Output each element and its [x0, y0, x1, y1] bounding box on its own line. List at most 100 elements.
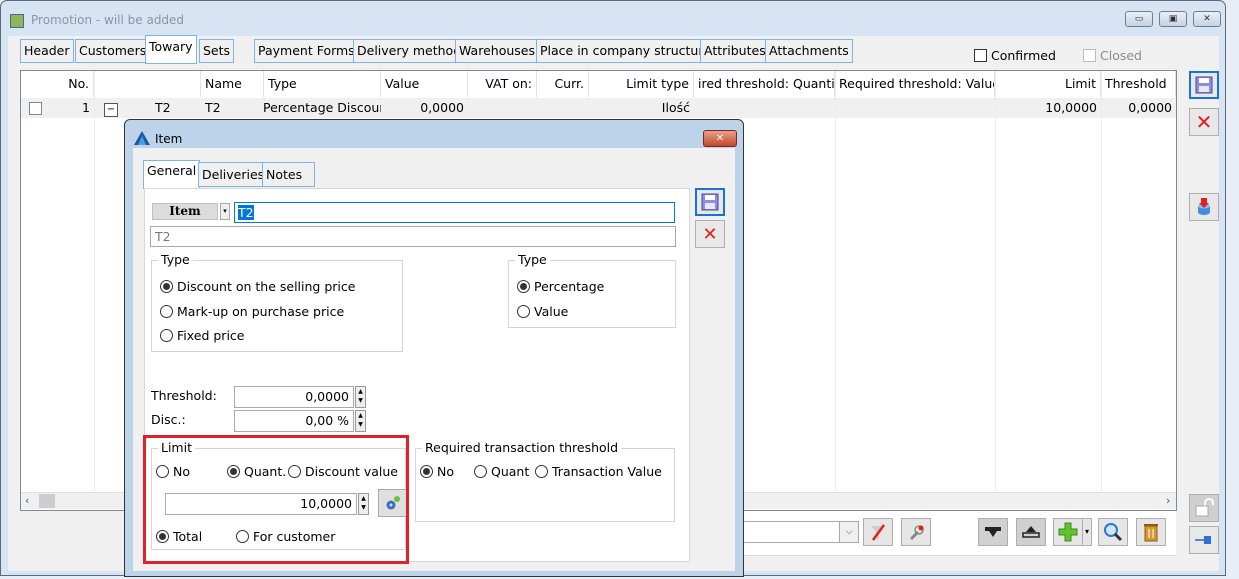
- col-header-no[interactable]: No.: [21, 71, 94, 97]
- maximize-button[interactable]: ▣: [1159, 11, 1187, 27]
- tab-warehouses[interactable]: Warehouses: [455, 39, 539, 63]
- limit-option-quant[interactable]: Quant.: [227, 464, 286, 479]
- radio-selected[interactable]: [517, 280, 530, 293]
- col-header-curr[interactable]: Curr.: [537, 71, 589, 97]
- row-select-checkbox[interactable]: [29, 102, 42, 115]
- limit-settings-button[interactable]: [378, 489, 408, 517]
- radio[interactable]: [517, 305, 530, 318]
- app-icon: [10, 14, 24, 28]
- radio-selected[interactable]: [160, 280, 173, 293]
- app-logo-icon: [134, 131, 150, 145]
- tab-deliveries[interactable]: Deliveries: [198, 162, 269, 187]
- required-threshold-legend: Required transaction threshold: [422, 440, 622, 455]
- tab-general[interactable]: General: [143, 160, 201, 189]
- tab-delivery-method[interactable]: Delivery method: [353, 39, 466, 63]
- close-button[interactable]: ✕: [1193, 11, 1221, 27]
- radio[interactable]: [474, 465, 487, 478]
- scroll-left-icon[interactable]: ‹: [25, 494, 29, 507]
- threshold-input[interactable]: 0,0000: [234, 386, 354, 408]
- radio-selected[interactable]: [420, 465, 433, 478]
- type-option-markup[interactable]: Mark-up on purchase price: [160, 304, 344, 319]
- collapse-icon[interactable]: −: [104, 103, 118, 117]
- add-button[interactable]: [1053, 518, 1083, 546]
- move-down-button[interactable]: [978, 518, 1008, 546]
- type-option-discount[interactable]: Discount on the selling price: [160, 279, 355, 294]
- col-header-name[interactable]: Name: [201, 71, 264, 97]
- value-type-group: Type Percentage Value: [508, 252, 676, 328]
- save-button[interactable]: [1189, 71, 1219, 99]
- value-type-option-value[interactable]: Value: [517, 304, 568, 319]
- radio[interactable]: [236, 530, 249, 543]
- tab-customers[interactable]: Customers: [75, 39, 151, 63]
- limit-option-discount-value[interactable]: Discount value: [288, 464, 398, 479]
- option-label: Mark-up on purchase price: [177, 304, 345, 319]
- tab-header[interactable]: Header: [20, 39, 74, 63]
- col-header-limit-type[interactable]: Limit type: [589, 71, 694, 97]
- clear-filter-button[interactable]: [863, 518, 893, 546]
- limit-scope-total[interactable]: Total: [156, 529, 202, 544]
- required-option-no[interactable]: No: [420, 464, 454, 479]
- radio[interactable]: [156, 465, 169, 478]
- tab-place-in-company-structure[interactable]: Place in company structure: [536, 39, 715, 63]
- minimize-button[interactable]: ▭: [1125, 11, 1153, 27]
- limit-value-input[interactable]: 10,0000: [165, 493, 357, 515]
- tab-payment-forms[interactable]: Payment Forms: [254, 39, 359, 63]
- item-type-button[interactable]: Item: [152, 203, 218, 220]
- option-label: No: [173, 464, 190, 479]
- required-option-quant[interactable]: Quant: [474, 464, 529, 479]
- tab-sets[interactable]: Sets: [199, 39, 235, 63]
- item-name-input[interactable]: T2: [150, 226, 676, 247]
- tab-attachments[interactable]: Attachments: [765, 39, 853, 63]
- confirmed-checkbox[interactable]: [974, 49, 987, 62]
- col-header-req-qty[interactable]: ired threshold: Quantity: [694, 71, 835, 97]
- chevron-down-icon[interactable]: ⌵: [839, 522, 858, 542]
- limit-value-spinner[interactable]: ▲ ▼: [358, 493, 369, 515]
- col-header-threshold[interactable]: Threshold: [1101, 71, 1176, 97]
- disc-input[interactable]: 0,00 %: [234, 410, 354, 432]
- col-header-limit[interactable]: Limit: [995, 71, 1101, 97]
- disc-spinner[interactable]: ▲ ▼: [355, 410, 366, 432]
- type-group-legend: Type: [158, 252, 193, 267]
- col-header-value[interactable]: Value: [381, 71, 468, 97]
- radio[interactable]: [288, 465, 301, 478]
- search-icon: [1104, 523, 1123, 542]
- radio[interactable]: [160, 329, 173, 342]
- dialog-close-button[interactable]: ✕: [703, 130, 737, 147]
- add-dropdown-button[interactable]: ▾: [1082, 518, 1092, 546]
- item-type-dropdown[interactable]: ▾: [220, 203, 230, 220]
- type-option-fixed-price[interactable]: Fixed price: [160, 328, 244, 343]
- delete-button[interactable]: [1136, 518, 1166, 546]
- dialog-body: General Deliveries Notes ✕ Item ▾ T2 T2 …: [133, 148, 735, 571]
- tab-towary[interactable]: Towary: [145, 35, 197, 64]
- search-button[interactable]: [1098, 518, 1128, 546]
- tab-attributes[interactable]: Attributes: [700, 39, 770, 63]
- cancel-button[interactable]: ✕: [1189, 108, 1219, 136]
- move-up-button[interactable]: [1016, 518, 1046, 546]
- required-option-transaction-value[interactable]: Transaction Value: [535, 464, 662, 479]
- scroll-right-icon[interactable]: ›: [1166, 494, 1170, 507]
- col-header-req-value[interactable]: Required threshold: Value: [835, 71, 995, 97]
- dialog-save-button[interactable]: [695, 188, 725, 216]
- value-type-group-legend: Type: [515, 252, 550, 267]
- item-code-input[interactable]: T2: [234, 202, 675, 223]
- radio-selected[interactable]: [227, 465, 240, 478]
- option-label: Discount on the selling price: [177, 279, 356, 294]
- filter-settings-button[interactable]: [901, 518, 931, 546]
- col-header-vat-on[interactable]: VAT on:: [468, 71, 537, 97]
- radio-selected[interactable]: [156, 530, 169, 543]
- general-panel: Item ▾ T2 T2 Type Discount on the sellin…: [143, 188, 690, 564]
- scroll-thumb[interactable]: [39, 494, 55, 508]
- limit-scope-for-customer[interactable]: For customer: [236, 529, 335, 544]
- import-button[interactable]: [1189, 193, 1219, 221]
- limit-option-no[interactable]: No: [156, 464, 190, 479]
- lock-button[interactable]: [1189, 494, 1219, 522]
- threshold-spinner[interactable]: ▲ ▼: [355, 386, 366, 408]
- pin-button[interactable]: [1189, 526, 1219, 554]
- dialog-cancel-button[interactable]: ✕: [695, 220, 725, 248]
- radio[interactable]: [160, 305, 173, 318]
- value-type-option-percentage[interactable]: Percentage: [517, 279, 604, 294]
- tab-notes[interactable]: Notes: [262, 162, 315, 187]
- radio[interactable]: [535, 465, 548, 478]
- col-header-blank[interactable]: [94, 71, 201, 97]
- col-header-type[interactable]: Type: [264, 71, 381, 97]
